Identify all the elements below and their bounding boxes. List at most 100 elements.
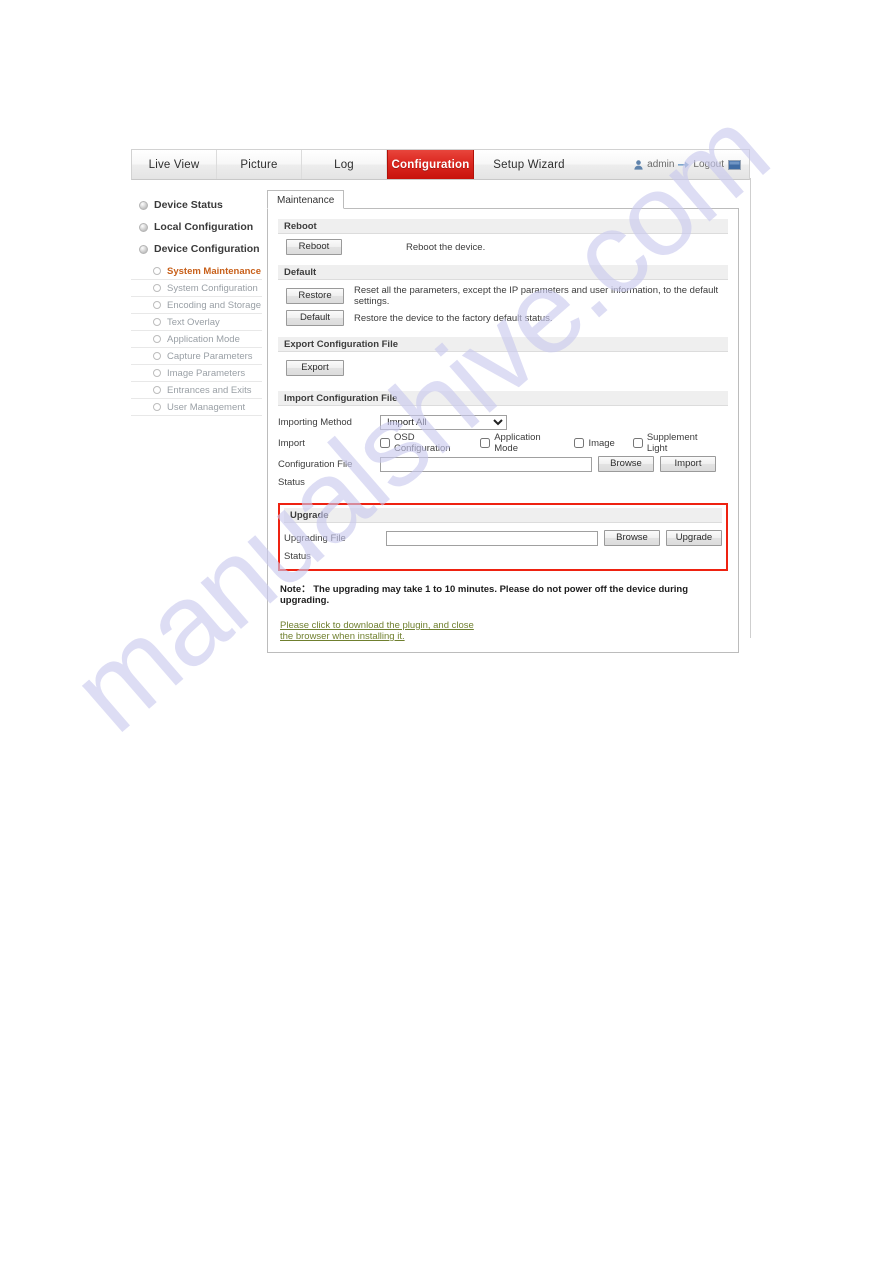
checkbox-label: OSD Configuration: [394, 432, 451, 454]
document-frame-line: [750, 178, 751, 638]
nav-item-picture[interactable]: Picture: [217, 150, 302, 179]
nav-item-log[interactable]: Log: [302, 150, 387, 179]
ring-bullet-icon: [153, 352, 161, 360]
sidebar-group-device-configuration[interactable]: Device Configuration: [131, 238, 262, 260]
checkbox-osd-configuration[interactable]: OSD Configuration: [380, 432, 462, 454]
restore-button[interactable]: Restore: [286, 288, 344, 304]
upgrade-note: Note： The upgrading may take 1 to 10 min…: [280, 584, 689, 606]
tab-strip: Maintenance: [267, 189, 739, 209]
sidebar-item-entrances-and-exits[interactable]: Entrances and Exits: [131, 382, 262, 399]
section-title: Export Configuration File: [284, 339, 398, 350]
sphere-bullet-icon: [139, 200, 148, 210]
top-navigation-bar: Live View Picture Log Configuration Setu…: [131, 149, 750, 180]
content-area: Maintenance Reboot Reboot Reboot the dev…: [267, 189, 739, 653]
sidebar-item-system-maintenance[interactable]: System Maintenance: [131, 263, 262, 280]
sphere-bullet-icon: [139, 244, 148, 254]
checkbox-label: Supplement Light: [646, 432, 698, 454]
reboot-button[interactable]: Reboot: [286, 239, 342, 255]
nav-item-live-view[interactable]: Live View: [132, 150, 217, 179]
configuration-file-label: Configuration File: [278, 458, 353, 470]
sidebar-item-capture-parameters[interactable]: Capture Parameters: [131, 348, 262, 365]
ring-bullet-icon: [153, 403, 161, 411]
configuration-file-input[interactable]: [380, 456, 592, 472]
ring-bullet-icon: [153, 284, 161, 292]
language-flag-icon[interactable]: [728, 159, 741, 170]
importing-method-select[interactable]: Import All: [380, 414, 507, 430]
ring-bullet-icon: [153, 267, 161, 275]
logout-link[interactable]: Logout: [693, 159, 724, 170]
sidebar-item-system-configuration[interactable]: System Configuration: [131, 280, 262, 297]
restore-description: Reset all the parameters, except the IP …: [354, 285, 719, 307]
section-header-default: Default: [278, 265, 728, 280]
nav-label-setup-wizard: Setup Wizard: [493, 158, 565, 171]
checkbox-supplement-light[interactable]: Supplement Light: [632, 432, 710, 454]
checkbox-osd-configuration-input[interactable]: [380, 438, 390, 448]
tab-maintenance[interactable]: Maintenance: [267, 190, 345, 209]
sidebar-group-device-status[interactable]: Device Status: [131, 194, 262, 216]
ring-bullet-icon: [153, 318, 161, 326]
upgrade-button[interactable]: Upgrade: [666, 530, 722, 546]
upgrading-file-input[interactable]: [386, 530, 598, 546]
sidebar-group-label: Device Status: [154, 199, 223, 211]
sidebar-sub-list: System Maintenance System Configuration …: [131, 263, 262, 416]
import-label: Import: [278, 437, 305, 449]
checkbox-image-input[interactable]: [574, 438, 585, 448]
nav-item-setup-wizard[interactable]: Setup Wizard: [474, 150, 584, 179]
nav-item-configuration[interactable]: Configuration: [387, 150, 474, 179]
section-body-import: Importing Method Import All Import OSD C…: [278, 406, 728, 491]
upgrade-highlight-box: Upgrade Upgrading File Browse Upgrade St…: [278, 503, 728, 571]
user-icon: [634, 159, 643, 170]
sidebar-item-label: System Configuration: [167, 282, 258, 294]
checkbox-image[interactable]: Image: [574, 437, 615, 449]
logout-arrow-icon[interactable]: [678, 161, 690, 169]
sidebar-item-label: Entrances and Exits: [167, 384, 252, 396]
sidebar-group-local-configuration[interactable]: Local Configuration: [131, 216, 262, 238]
sidebar-item-image-parameters[interactable]: Image Parameters: [131, 365, 262, 382]
sidebar-item-application-mode[interactable]: Application Mode: [131, 331, 262, 348]
configuration-import-button[interactable]: Import: [660, 456, 716, 472]
sidebar-item-label: Capture Parameters: [167, 350, 253, 362]
section-header-import: Import Configuration File: [278, 391, 728, 406]
checkbox-supplement-light-input[interactable]: [632, 438, 643, 448]
section-header-reboot: Reboot: [278, 219, 728, 234]
import-status-label: Status: [278, 477, 305, 488]
sidebar-item-label: System Maintenance: [167, 265, 261, 277]
reboot-row: Reboot Reboot the device.: [278, 239, 728, 255]
importing-method-row: Importing Method Import All: [278, 412, 728, 432]
section-body-reboot: Reboot Reboot the device.: [278, 234, 728, 255]
section-title: Reboot: [284, 221, 317, 232]
sidebar-item-label: Encoding and Storage: [167, 299, 262, 311]
checkbox-application-mode-input[interactable]: [480, 438, 491, 448]
sidebar-group-label: Device Configuration: [154, 243, 260, 255]
default-button[interactable]: Default: [286, 310, 344, 326]
section-body-export: Export: [278, 352, 728, 382]
upgrade-status-label: Status: [284, 551, 311, 562]
sidebar-item-label: Application Mode: [167, 333, 240, 345]
nav-label-live-view: Live View: [148, 158, 200, 171]
reboot-description: Reboot the device.: [406, 241, 486, 253]
importing-method-label: Importing Method: [278, 416, 352, 428]
configuration-browse-button[interactable]: Browse: [598, 456, 654, 472]
import-checkbox-row: Import OSD Configuration Application Mod…: [278, 432, 728, 454]
sidebar-item-encoding-and-storage[interactable]: Encoding and Storage: [131, 297, 262, 314]
tab-label: Maintenance: [277, 195, 335, 206]
export-button[interactable]: Export: [286, 360, 344, 376]
sidebar-group-label: Local Configuration: [154, 221, 254, 233]
upgrade-browse-button[interactable]: Browse: [604, 530, 660, 546]
section-title: Default: [284, 267, 317, 278]
checkbox-label: Application Mode: [494, 432, 541, 454]
download-plugin-link[interactable]: Please click to download the plugin, and…: [278, 620, 485, 642]
checkbox-application-mode[interactable]: Application Mode: [480, 432, 556, 454]
section-header-export: Export Configuration File: [278, 337, 728, 352]
sidebar-navigation: Device Status Local Configuration Device…: [131, 180, 262, 416]
sidebar-item-user-management[interactable]: User Management: [131, 399, 262, 416]
nav-label-picture: Picture: [240, 158, 278, 171]
upgrading-file-label: Upgrading File: [284, 532, 346, 544]
nav-label-log: Log: [334, 158, 354, 171]
section-body-upgrade: Upgrading File Browse Upgrade Status: [284, 523, 722, 565]
checkbox-label: Image: [588, 437, 615, 449]
ring-bullet-icon: [153, 369, 161, 377]
sidebar-item-text-overlay[interactable]: Text Overlay: [131, 314, 262, 331]
ring-bullet-icon: [153, 335, 161, 343]
